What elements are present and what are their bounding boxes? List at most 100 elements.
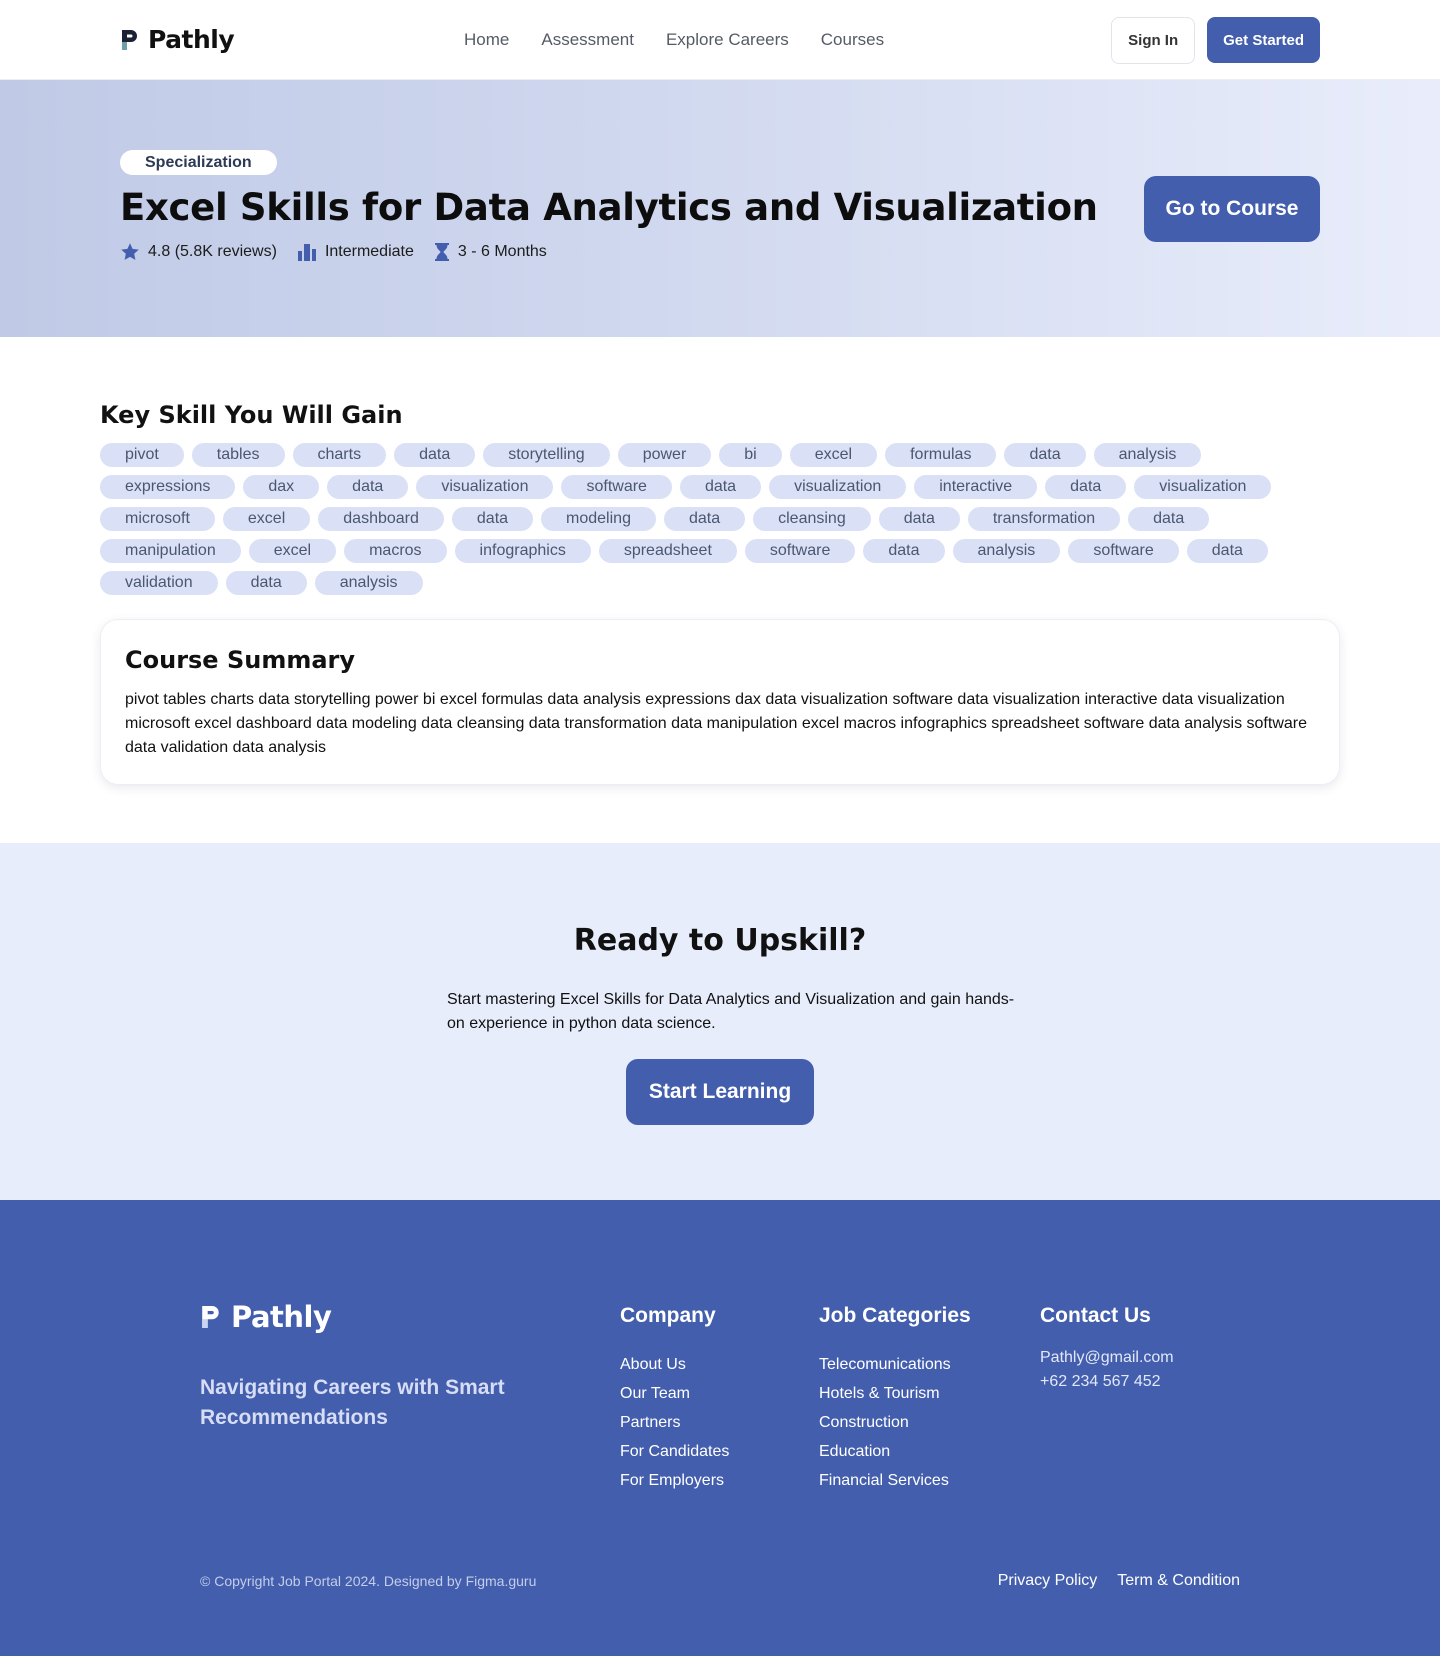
pathly-logo-icon [122, 29, 137, 50]
terms-condition-link[interactable]: Term & Condition [1117, 1572, 1240, 1590]
skill-tag: data [1004, 443, 1086, 467]
skill-tag: interactive [914, 475, 1038, 499]
footer-link-telecommunications[interactable]: Telecomunications [819, 1350, 971, 1379]
skill-tag: expressions [100, 475, 236, 499]
skill-tag: data [327, 475, 409, 499]
bar-chart-icon [297, 244, 316, 261]
key-skills-section: Key Skill You Will Gain pivot tables chart… [0, 337, 1440, 595]
skill-tag: manipulation [100, 539, 241, 563]
skill-tag: analysis [314, 571, 423, 595]
skill-tag: data [451, 507, 534, 531]
get-started-button[interactable]: Get Started [1207, 17, 1320, 63]
sign-in-button[interactable]: Sign In [1111, 17, 1196, 64]
skill-tag: storytelling [483, 443, 610, 467]
skill-tag: data [225, 571, 307, 595]
rating-text: 4.8 (5.8K reviews) [148, 243, 277, 260]
skill-tag-list: pivot tables charts data storytelling power bi… [100, 443, 1330, 595]
site-header: Pathly Home Assessment Explore Careers C… [0, 0, 1440, 80]
course-summary-card: Course Summary pivot tables charts data … [100, 619, 1340, 785]
nav-courses[interactable]: Courses [821, 30, 884, 50]
footer-link-for-employers[interactable]: For Employers [620, 1466, 729, 1495]
upskill-cta: Ready to Upskill? Start mastering Excel … [0, 843, 1440, 1200]
skill-tag: visualization [769, 475, 907, 499]
footer-logo[interactable]: Pathly [200, 1300, 332, 1334]
footer-job-categories-column: Job Categories Telecomunications Hotels … [819, 1304, 971, 1495]
skill-tag: charts [292, 443, 387, 467]
skill-tag: software [744, 539, 856, 563]
footer-link-construction[interactable]: Construction [819, 1408, 971, 1437]
course-title: Excel Skills for Data Analytics and Visu… [120, 186, 1098, 229]
footer-contact-phone[interactable]: +62 234 567 452 [1040, 1370, 1174, 1394]
footer-company-heading: Company [620, 1304, 716, 1327]
footer-link-for-candidates[interactable]: For Candidates [620, 1437, 729, 1466]
skill-tag: data [863, 539, 945, 563]
header-actions: Sign In Get Started [1111, 17, 1320, 64]
pathly-logo-icon [202, 1306, 219, 1328]
footer-link-financial-services[interactable]: Financial Services [819, 1466, 971, 1495]
skill-tag: analysis [952, 539, 1061, 563]
key-skills-heading: Key Skill You Will Gain [100, 401, 403, 429]
start-learning-button[interactable]: Start Learning [626, 1059, 814, 1125]
skill-tag: formulas [885, 443, 997, 467]
skill-tag: data [1186, 539, 1268, 563]
go-to-course-button[interactable]: Go to Course [1144, 176, 1320, 242]
privacy-policy-link[interactable]: Privacy Policy [998, 1572, 1098, 1590]
footer-company-column: Company About Us Our Team Partners For C… [620, 1304, 729, 1495]
footer-link-about-us[interactable]: About Us [620, 1350, 729, 1379]
cta-text: Start mastering Excel Skills for Data An… [447, 991, 1015, 1032]
footer-contact-heading: Contact Us [1040, 1304, 1151, 1327]
skill-tag: dax [243, 475, 320, 499]
course-summary-text: pivot tables charts data storytelling po… [125, 691, 1307, 756]
duration-meta: 3 - 6 Months [434, 242, 547, 262]
level-text: Intermediate [324, 243, 414, 260]
rating-meta: 4.8 (5.8K reviews) [120, 242, 277, 262]
skill-tag: software [1068, 539, 1179, 563]
footer-contact-email[interactable]: Pathly@gmail.com [1040, 1346, 1174, 1370]
skill-tag: data [679, 475, 762, 499]
skill-tag: infographics [454, 539, 591, 563]
cta-heading: Ready to Upskill? [573, 923, 867, 958]
course-summary-heading: Course Summary [125, 646, 356, 674]
footer-link-hotels-tourism[interactable]: Hotels & Tourism [819, 1379, 971, 1408]
skill-tag: excel [789, 443, 878, 467]
hourglass-icon [434, 243, 449, 261]
skill-tag: data [878, 507, 960, 531]
skill-tag: data [1045, 475, 1127, 499]
skill-tag: analysis [1093, 443, 1202, 467]
footer-link-our-team[interactable]: Our Team [620, 1379, 729, 1408]
skill-tag: data [663, 507, 746, 531]
footer-link-partners[interactable]: Partners [620, 1408, 729, 1437]
footer-copyright: © Copyright Job Portal 2024. Designed by… [200, 1573, 537, 1589]
skill-tag: microsoft [100, 507, 215, 531]
nav-assessment[interactable]: Assessment [541, 30, 634, 50]
brand-name: Pathly [148, 25, 235, 54]
skill-tag: excel [222, 507, 311, 531]
skill-tag: validation [100, 571, 218, 595]
course-hero: Specialization Excel Skills for Data Ana… [0, 80, 1440, 337]
footer-tagline: Navigating Careers with Smart Recommenda… [200, 1376, 505, 1429]
skill-tag: spreadsheet [598, 539, 737, 563]
skill-tag: data [394, 443, 476, 467]
nav-home[interactable]: Home [464, 30, 509, 50]
skill-tag: macros [344, 539, 447, 563]
skill-tag: software [561, 475, 672, 499]
skill-tag: visualization [416, 475, 554, 499]
level-meta: Intermediate [297, 242, 414, 262]
nav-explore-careers[interactable]: Explore Careers [666, 30, 789, 50]
course-meta: 4.8 (5.8K reviews) Intermediate 3 - 6 Mo… [120, 242, 547, 262]
footer-brand-name: Pathly [231, 1300, 332, 1334]
star-icon [121, 243, 139, 260]
skill-tag: tables [191, 443, 285, 467]
duration-text: 3 - 6 Months [457, 243, 547, 260]
footer-link-education[interactable]: Education [819, 1437, 971, 1466]
skill-tag: pivot [100, 443, 184, 467]
footer-legal-links: Privacy Policy Term & Condition [998, 1572, 1240, 1590]
skill-tag: data [1128, 507, 1210, 531]
skill-tag: visualization [1134, 475, 1272, 499]
main-nav: Home Assessment Explore Careers Courses [464, 0, 884, 80]
skill-tag: modeling [541, 507, 656, 531]
footer-job-categories-heading: Job Categories [819, 1304, 971, 1327]
brand-logo[interactable]: Pathly [120, 25, 235, 54]
skill-tag: transformation [967, 507, 1121, 531]
specialization-badge: Specialization [120, 150, 277, 175]
